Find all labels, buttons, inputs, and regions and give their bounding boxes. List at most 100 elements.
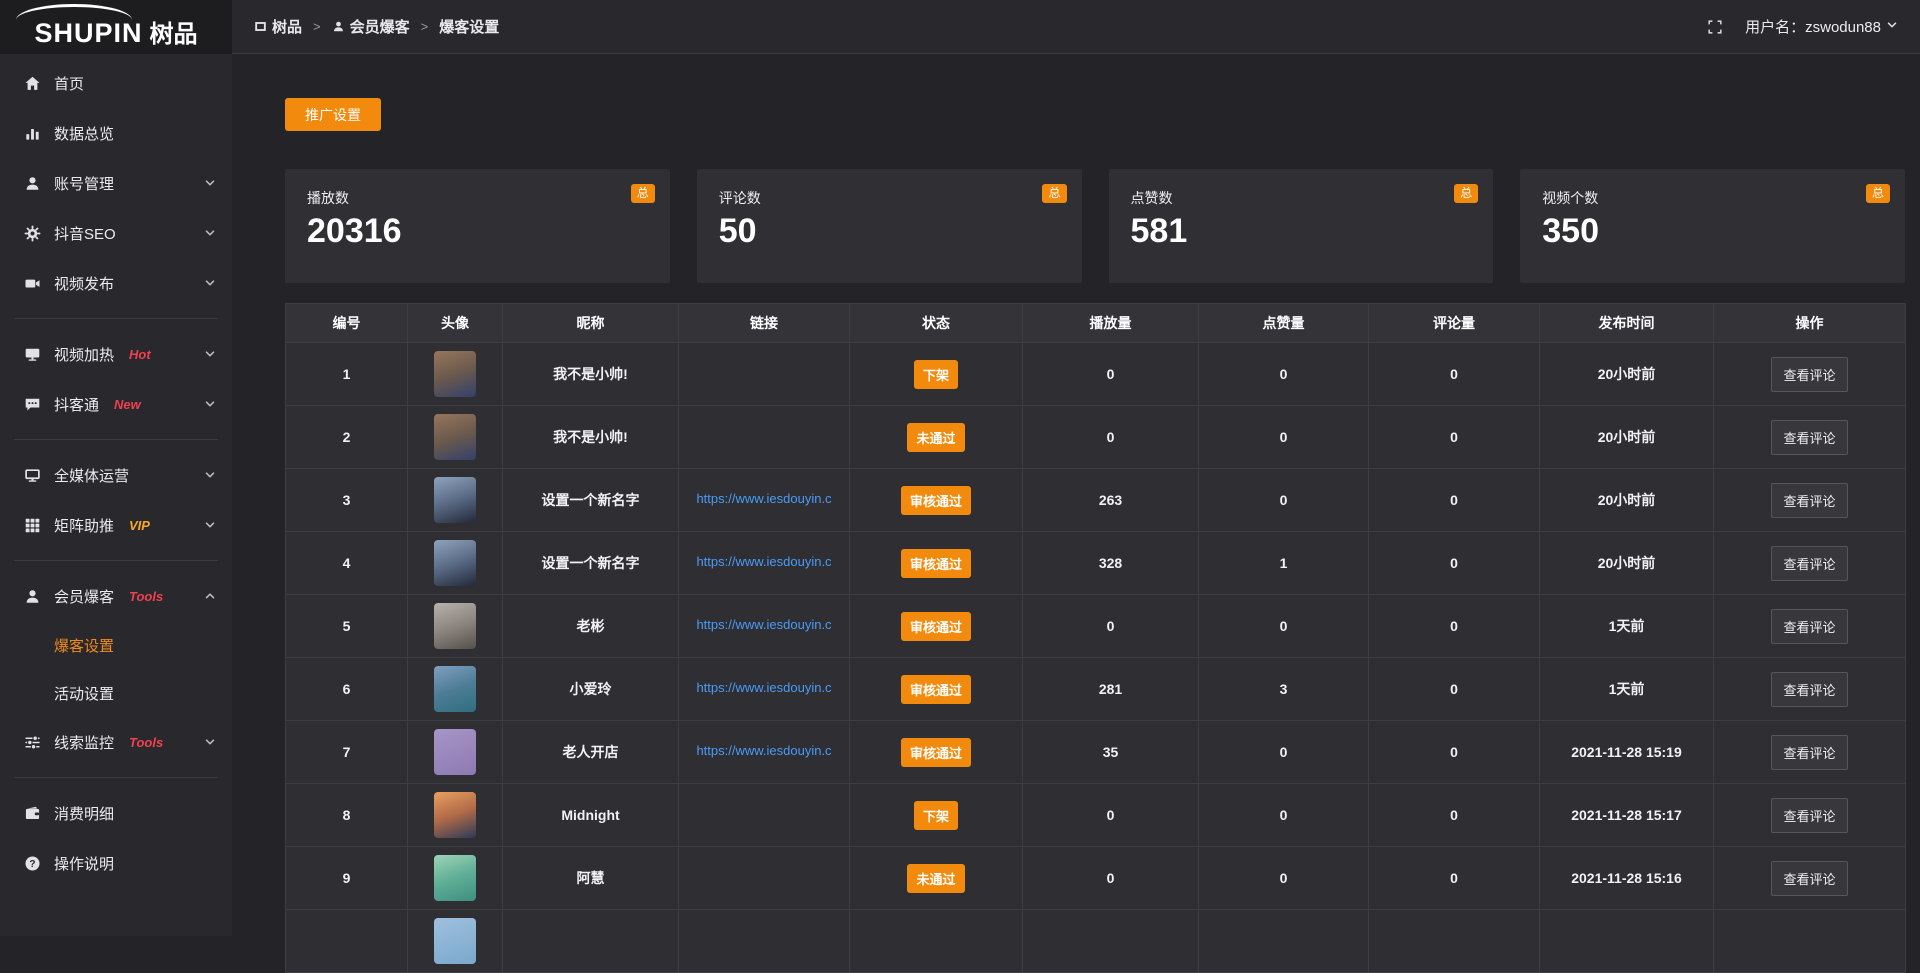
chevron-down-icon (204, 227, 216, 239)
col-header: 头像 (408, 304, 503, 343)
status-cell: 审核通过 (850, 532, 1023, 595)
link-cell (679, 910, 850, 973)
avatar (434, 414, 476, 460)
sidebar-item-label: 数据总览 (54, 123, 114, 144)
video-link[interactable]: https://www.iesdouyin.c (696, 617, 831, 632)
logo-arc (16, 4, 132, 23)
publish-time-cell: 20小时前 (1540, 406, 1714, 469)
sidebar-item-consumption-detail[interactable]: 消费明细 (0, 788, 232, 838)
sidebar-subitem-activity-settings[interactable]: 活动设置 (0, 669, 232, 717)
video-link[interactable]: https://www.iesdouyin.c (696, 680, 831, 695)
app-logo: SHUPIN 树品 (0, 0, 232, 54)
plays-cell (1023, 910, 1199, 973)
topbar-right: 用户名：zswodun88 (1707, 16, 1898, 37)
sidebar-item-member-baoke[interactable]: 会员爆客Tools (0, 571, 232, 621)
stat-value: 20316 (307, 212, 648, 251)
sidebar-item-douketong[interactable]: 抖客通New (0, 379, 232, 429)
breadcrumb-label: 会员爆客 (350, 16, 410, 37)
sidebar-item-operation-guide[interactable]: ?操作说明 (0, 838, 232, 888)
table-row: 4设置一个新名字https://www.iesdouyin.c审核通过32810… (286, 532, 1906, 595)
comment-icon (24, 396, 41, 413)
breadcrumb-item[interactable]: 树品 (254, 16, 302, 37)
view-comments-button[interactable]: 查看评论 (1771, 357, 1847, 392)
right-column: 树品>会员爆客>爆客设置 用户名：zswodun88 推广设置 播放数20316… (232, 0, 1920, 936)
sidebar-item-douyin-seo[interactable]: 抖音SEO (0, 208, 232, 258)
plays-cell: 281 (1023, 658, 1199, 721)
action-cell: 查看评论 (1714, 658, 1906, 721)
avatar (434, 603, 476, 649)
col-header: 状态 (850, 304, 1023, 343)
view-comments-button[interactable]: 查看评论 (1771, 735, 1847, 770)
nickname-cell: 阿慧 (503, 847, 679, 910)
sidebar-subitem-baoke-settings[interactable]: 爆客设置 (0, 621, 232, 669)
avatar (434, 792, 476, 838)
sidebar-item-label: 操作说明 (54, 853, 114, 874)
col-header: 昵称 (503, 304, 679, 343)
plays-cell: 0 (1023, 406, 1199, 469)
sliders-icon (24, 734, 41, 751)
row-index-cell (286, 910, 408, 973)
table-row: 6小爱玲https://www.iesdouyin.c审核通过281301天前查… (286, 658, 1906, 721)
action-cell: 查看评论 (1714, 721, 1906, 784)
view-comments-button[interactable]: 查看评论 (1771, 672, 1847, 707)
avatar-cell (408, 721, 503, 784)
video-link[interactable]: https://www.iesdouyin.c (696, 743, 831, 758)
sidebar-item-clue-monitor[interactable]: 线索监控Tools (0, 717, 232, 767)
fullscreen-icon[interactable] (1707, 19, 1723, 35)
col-header: 播放量 (1023, 304, 1199, 343)
avatar (434, 540, 476, 586)
sidebar-item-badge: Hot (129, 347, 151, 362)
row-index-cell: 5 (286, 595, 408, 658)
breadcrumb-item[interactable]: 会员爆客 (332, 16, 410, 37)
view-comments-button[interactable]: 查看评论 (1771, 546, 1847, 581)
avatar-cell (408, 469, 503, 532)
action-cell (1714, 910, 1906, 973)
video-link[interactable]: https://www.iesdouyin.c (696, 554, 831, 569)
avatar-cell (408, 847, 503, 910)
gear-icon (24, 225, 41, 242)
likes-cell: 0 (1199, 595, 1369, 658)
col-header: 评论量 (1369, 304, 1540, 343)
sidebar-item-matrix-boost[interactable]: 矩阵助推VIP (0, 500, 232, 550)
promo-settings-button[interactable]: 推广设置 (285, 98, 381, 131)
status-badge: 未通过 (907, 423, 964, 452)
view-comments-button[interactable]: 查看评论 (1771, 609, 1847, 644)
status-badge: 审核通过 (901, 612, 971, 641)
avatar (434, 918, 476, 964)
col-header: 发布时间 (1540, 304, 1714, 343)
table-row: 8Midnight下架0002021-11-28 15:17查看评论 (286, 784, 1906, 847)
sidebar-item-video-publish[interactable]: 视频发布 (0, 258, 232, 308)
publish-time-cell (1540, 910, 1714, 973)
sidebar-item-account-management[interactable]: 账号管理 (0, 158, 232, 208)
publish-time-cell: 20小时前 (1540, 343, 1714, 406)
action-cell: 查看评论 (1714, 406, 1906, 469)
link-cell (679, 784, 850, 847)
main-content: 推广设置 播放数20316总评论数50总点赞数581总视频个数350总 编号头像… (232, 54, 1920, 973)
publish-time-cell: 2021-11-28 15:16 (1540, 847, 1714, 910)
sidebar-item-video-heating[interactable]: 视频加热Hot (0, 329, 232, 379)
view-comments-button[interactable]: 查看评论 (1771, 798, 1847, 833)
sidebar-item-badge: VIP (129, 518, 150, 533)
sidebar: SHUPIN 树品 首页数据总览账号管理抖音SEO视频发布视频加热Hot抖客通N… (0, 0, 232, 936)
breadcrumb-separator: > (421, 19, 429, 34)
chevron-down-icon (1886, 18, 1898, 35)
sidebar-item-home[interactable]: 首页 (0, 58, 232, 108)
status-cell: 审核通过 (850, 469, 1023, 532)
view-comments-button[interactable]: 查看评论 (1771, 861, 1847, 896)
user-menu[interactable]: 用户名：zswodun88 (1745, 16, 1898, 37)
video-link[interactable]: https://www.iesdouyin.c (696, 491, 831, 506)
status-cell: 下架 (850, 784, 1023, 847)
table-row: 3设置一个新名字https://www.iesdouyin.c审核通过26300… (286, 469, 1906, 532)
sidebar-item-data-overview[interactable]: 数据总览 (0, 108, 232, 158)
avatar-cell (408, 343, 503, 406)
view-comments-button[interactable]: 查看评论 (1771, 483, 1847, 518)
action-cell: 查看评论 (1714, 847, 1906, 910)
breadcrumb-item[interactable]: 爆客设置 (439, 16, 499, 37)
col-header: 链接 (679, 304, 850, 343)
comments-cell: 0 (1369, 469, 1540, 532)
view-comments-button[interactable]: 查看评论 (1771, 420, 1847, 455)
plays-cell: 0 (1023, 847, 1199, 910)
sidebar-item-label: 全媒体运营 (54, 465, 129, 486)
likes-cell: 0 (1199, 784, 1369, 847)
sidebar-item-media-operation[interactable]: 全媒体运营 (0, 450, 232, 500)
